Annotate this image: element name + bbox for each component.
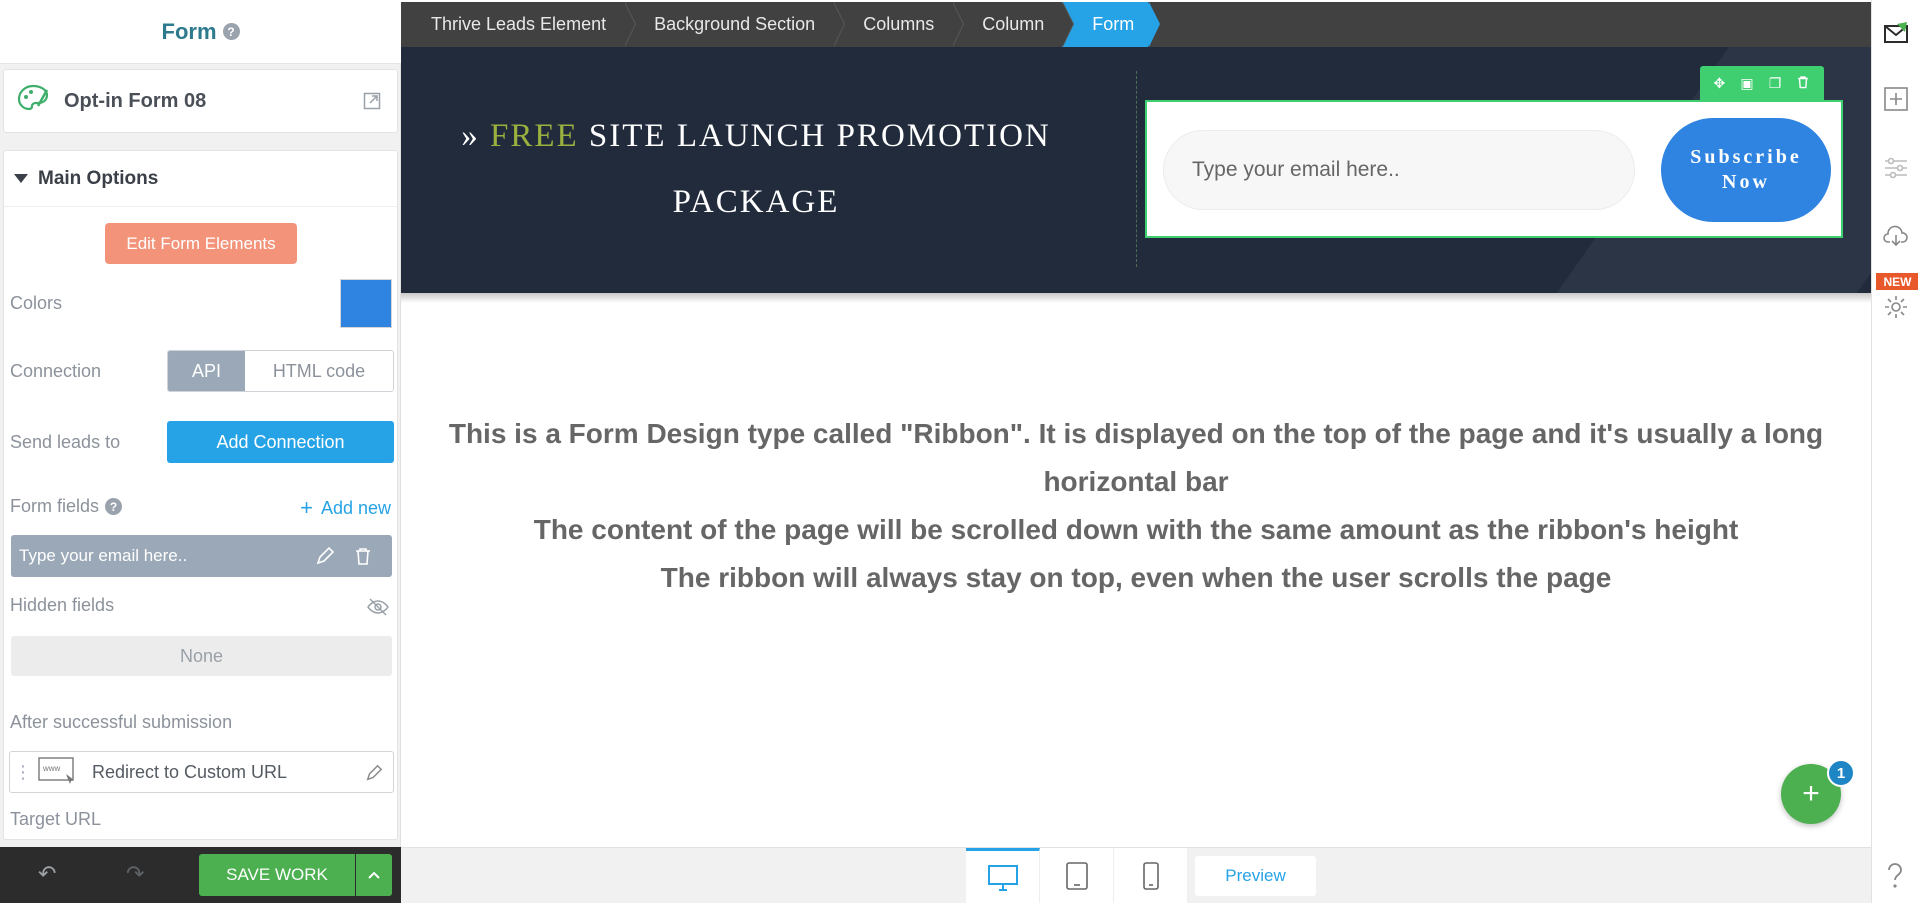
form-fields-label: Form fields [10, 496, 100, 516]
promo-prefix: » [461, 118, 490, 154]
save-template-icon[interactable]: ▣ [1740, 75, 1753, 92]
duplicate-icon[interactable]: ❐ [1769, 75, 1782, 92]
chevron-up-icon[interactable] [356, 854, 392, 896]
target-url-label: Target URL [10, 809, 102, 829]
element-name: Opt-in Form 08 [64, 89, 207, 112]
notification-badge: 1 [1827, 759, 1855, 787]
form-field-item[interactable]: Type your email here.. [11, 535, 392, 577]
main-options-header[interactable]: Main Options [4, 151, 397, 207]
promo-highlight: FREE [489, 118, 579, 154]
edit-form-elements-button[interactable]: Edit Form Elements [105, 223, 297, 264]
plus-square-icon[interactable] [1883, 86, 1909, 117]
palette-icon [16, 82, 50, 121]
device-bar: Preview [401, 847, 1871, 903]
trash-icon[interactable] [353, 546, 373, 571]
add-connection-button[interactable]: Add Connection [167, 421, 394, 463]
new-badge: NEW [1876, 273, 1918, 290]
description-line: The ribbon will always stay on top, even… [660, 562, 1612, 593]
breadcrumb-item[interactable]: Thrive Leads Element [401, 2, 637, 47]
desktop-icon[interactable] [966, 848, 1040, 903]
column-divider [1136, 71, 1137, 267]
external-link-icon[interactable] [363, 92, 381, 115]
envelope-icon[interactable] [1883, 20, 1909, 51]
tablet-icon[interactable] [1040, 848, 1114, 903]
promo-rest: SITE LAUNCH PROMOTION PACKAGE [578, 118, 1051, 220]
add-new-field-button[interactable]: + Add new [300, 495, 391, 521]
pencil-icon[interactable] [365, 764, 383, 787]
form-toolbar: ✥ ▣ ❐ [1700, 66, 1824, 100]
cloud-download-icon[interactable] [1883, 224, 1909, 253]
drag-handle-icon[interactable]: ⋮ [14, 762, 32, 783]
connection-option-api[interactable]: API [168, 351, 245, 391]
eye-slash-icon[interactable] [367, 598, 389, 621]
help-icon[interactable]: ? [222, 23, 240, 40]
help-icon[interactable] [1883, 862, 1907, 895]
www-icon: www [38, 756, 78, 789]
breadcrumb-item[interactable]: Columns [833, 2, 965, 47]
connection-toggle: API HTML code [167, 350, 394, 392]
sidebar-header: Form ? [0, 0, 401, 64]
connection-option-html[interactable]: HTML code [245, 351, 393, 391]
optin-form[interactable]: Type your email here.. Subscribe Now [1145, 100, 1843, 238]
device-switcher [966, 848, 1188, 903]
breadcrumb: Thrive Leads Element Background Section … [401, 2, 1871, 47]
form-fields-label-row: Form fields ? [10, 496, 123, 517]
breadcrumb-item[interactable]: Column [952, 2, 1075, 47]
svg-text:www: www [42, 764, 61, 773]
sidebar: Form ? Opt-in Form 08 Main Options Edit … [0, 0, 401, 903]
add-new-label: Add new [320, 497, 391, 518]
after-submission-label: After successful submission [10, 712, 233, 732]
send-leads-label: Send leads to [10, 432, 121, 452]
breadcrumb-item[interactable]: Background Section [624, 2, 846, 47]
ribbon-shadow [401, 293, 1871, 303]
plus-icon: + [300, 495, 313, 520]
hidden-fields-label: Hidden fields [10, 595, 115, 615]
undo-icon[interactable]: ↶ [38, 861, 56, 887]
sidebar-title: Form [161, 18, 217, 44]
mobile-icon[interactable] [1114, 848, 1188, 903]
main-options-title: Main Options [38, 167, 159, 189]
sidebar-bottom-bar: ↶ ↷ SAVE WORK [0, 847, 401, 903]
element-name-card: Opt-in Form 08 [3, 69, 398, 133]
subscribe-button[interactable]: Subscribe Now [1661, 118, 1831, 222]
hidden-fields-value: None [11, 636, 392, 676]
preview-button[interactable]: Preview [1195, 856, 1316, 896]
form-field-label: Type your email here.. [19, 546, 188, 565]
move-icon[interactable]: ✥ [1714, 75, 1726, 92]
redirect-label: Redirect to Custom URL [92, 761, 288, 782]
description-line: The content of the page will be scrolled… [533, 514, 1739, 545]
gear-icon[interactable] [1883, 294, 1909, 325]
main-options-panel: Main Options Edit Form Elements Colors C… [3, 150, 398, 840]
caret-down-icon [14, 174, 28, 183]
right-toolbar: NEW [1871, 0, 1918, 903]
color-swatch[interactable] [340, 279, 392, 328]
description-line: This is a Form Design type called "Ribbo… [448, 418, 1824, 497]
connection-label: Connection [10, 361, 102, 381]
pencil-icon[interactable] [315, 546, 335, 571]
promo-headline[interactable]: » FREE SITE LAUNCH PROMOTION PACKAGE [451, 103, 1061, 235]
delete-icon[interactable] [1796, 75, 1810, 92]
email-input[interactable]: Type your email here.. [1163, 130, 1635, 210]
colors-label: Colors [10, 293, 63, 313]
redirect-action-row[interactable]: ⋮ www Redirect to Custom URL [9, 751, 394, 793]
redo-icon[interactable]: ↷ [126, 861, 144, 887]
sliders-icon[interactable] [1883, 155, 1909, 186]
help-icon[interactable]: ? [105, 498, 123, 515]
description-text[interactable]: This is a Form Design type called "Ribbo… [430, 410, 1842, 602]
breadcrumb-item-active[interactable]: Form [1062, 2, 1161, 47]
save-work-button[interactable]: SAVE WORK [199, 854, 355, 896]
